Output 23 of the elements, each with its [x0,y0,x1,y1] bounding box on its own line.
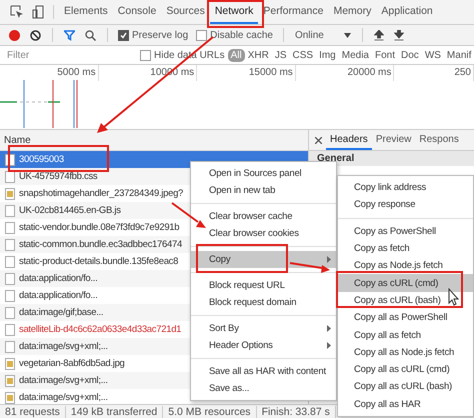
request-name: satelliteLib-d4c6c62a0633e4d33ac721d1 [19,324,182,335]
request-name: 300595003 [19,154,64,165]
request-name: vegetarian-8abf6db5ad.jpg [19,358,125,369]
time-tick: 250 [454,66,471,80]
request-name: data:image/svg+xml;... [19,341,108,352]
time-tick: 5000 ms [57,66,96,80]
status-text: 149 kB transferred [66,406,164,418]
request-name: data:application/fo... [19,273,98,284]
request-name: UK-02cb814465.en-GB.js [19,205,121,216]
time-tick: 20000 ms [347,66,392,80]
request-name: data:image/gif;base... [19,307,104,318]
request-name: UK-4575974fbb.css [19,171,98,182]
request-name: data:image/svg+xml;... [19,375,108,386]
request-name: static-vendor.bundle.08e7f3fd9c7e9291b [19,222,180,233]
status-text: 5.0 MB resources [163,406,257,418]
status-text: 81 requests [0,406,66,418]
time-tick: 15000 ms [248,66,293,80]
request-name: data:application/fo... [19,290,98,301]
request-name: data:image/svg+xml;... [19,392,108,403]
request-name: static-product-details.bundle.135fe8eac8 [19,256,178,267]
request-name: static-common.bundle.ec3adbbec176474 [19,239,182,250]
request-name: snapshotimagehandler_237284349.jpeg? [19,188,184,199]
status-text: Finish: 33.87 s [256,406,336,418]
